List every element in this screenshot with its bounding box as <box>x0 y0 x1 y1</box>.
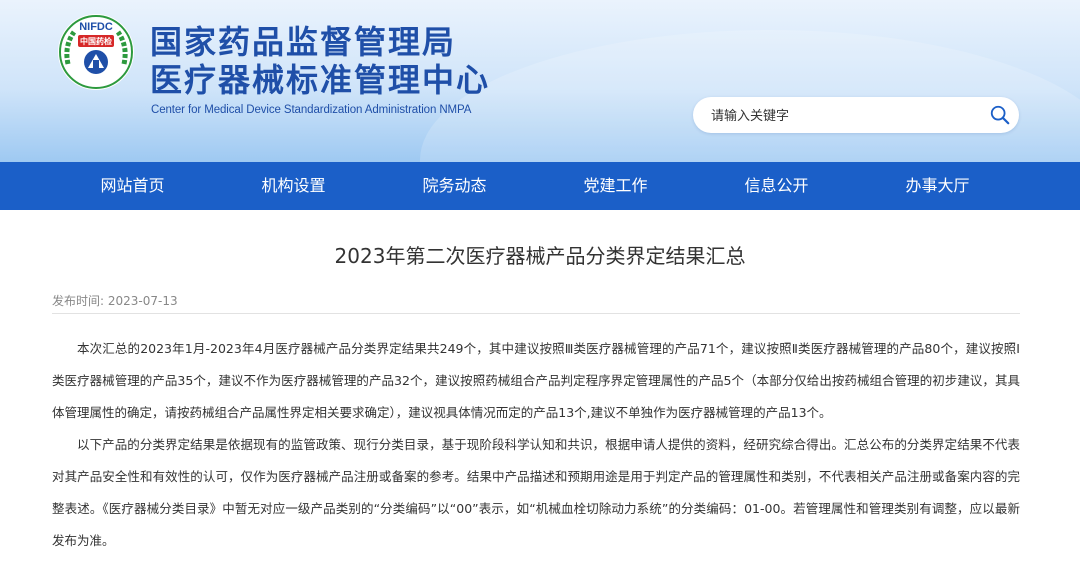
article-paragraph: 本次汇总的2023年1月-2023年4月医疗器械产品分类界定结果共249个，其中… <box>52 341 1020 420</box>
divider <box>52 313 1020 314</box>
main-navigation: 网站首页 机构设置 院务动态 党建工作 信息公开 办事大厅 <box>0 162 1080 210</box>
nifdc-logo-icon[interactable]: NIFDC 中国药检 <box>56 12 136 92</box>
svg-text:NIFDC: NIFDC <box>79 21 113 33</box>
svg-text:中国药检: 中国药检 <box>80 36 112 46</box>
site-title-english: Center for Medical Device Standardizatio… <box>151 104 472 116</box>
article-paragraph: 以下产品的分类界定结果是依据现有的监管政策、现行分类目录，基于现阶段科学认知和共… <box>52 437 1020 548</box>
nav-item-service-hall[interactable]: 办事大厅 <box>857 162 1018 210</box>
header-decoration <box>420 30 1080 162</box>
article-title: 2023年第二次医疗器械产品分类界定结果汇总 <box>334 244 746 268</box>
nav-item-news[interactable]: 院务动态 <box>374 162 535 210</box>
site-title-line2: 医疗器械标准管理中心 <box>150 61 491 99</box>
nav-item-information-disclosure[interactable]: 信息公开 <box>696 162 857 210</box>
nav-item-organization[interactable]: 机构设置 <box>213 162 374 210</box>
nav-item-home[interactable]: 网站首页 <box>52 162 213 210</box>
site-header: NIFDC 中国药检 国家药品监督管理局 医疗器械标准管理中心 Center f… <box>0 0 1080 162</box>
article-body: 本次汇总的2023年1月-2023年4月医疗器械产品分类界定结果共249个，其中… <box>52 333 1020 557</box>
nav-item-party-building[interactable]: 党建工作 <box>535 162 696 210</box>
search-box <box>693 97 1019 133</box>
publish-date: 2023-07-13 <box>107 294 178 308</box>
site-title-line1: 国家药品监督管理局 <box>150 23 457 61</box>
search-input[interactable] <box>709 105 973 127</box>
publish-info: 发布时间: 2023-07-13 <box>52 292 178 309</box>
search-icon[interactable] <box>989 104 1011 126</box>
publish-label: 发布时间: <box>52 294 105 308</box>
